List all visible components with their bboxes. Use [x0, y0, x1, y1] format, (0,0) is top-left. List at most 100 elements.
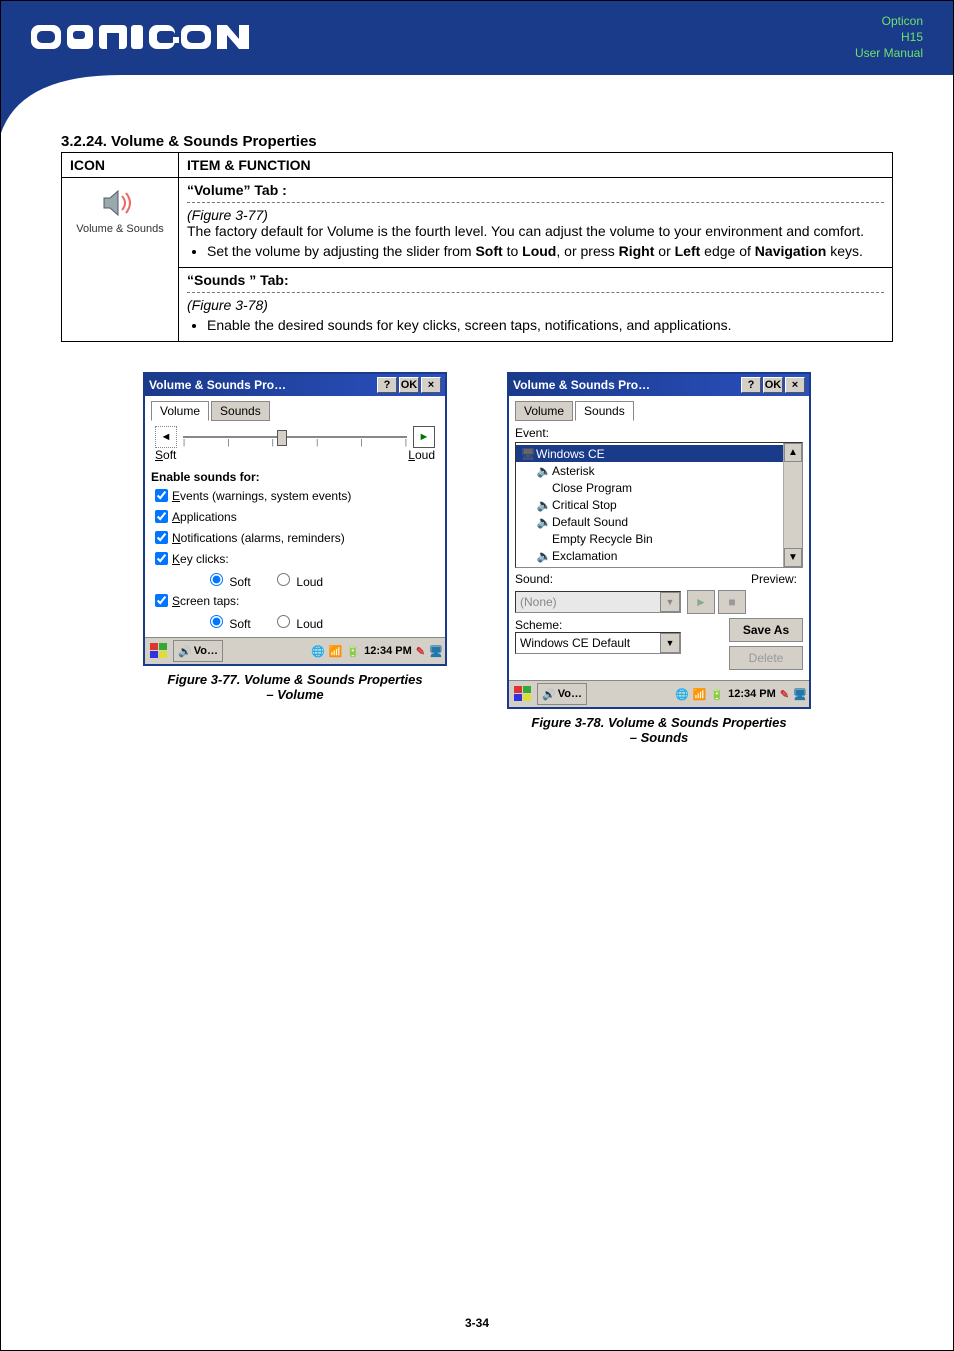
fig77-caption-line1: Figure 3-77. Volume & Sounds Properties	[143, 672, 447, 687]
win-sounds-title: Volume & Sounds Pro…	[513, 378, 739, 392]
tab-sounds[interactable]: Sounds	[211, 401, 270, 421]
tray-app1-icon[interactable]: ✎	[780, 688, 789, 701]
speaker-icon	[100, 188, 140, 221]
tray-desktop-icon[interactable]: 🖥	[793, 688, 807, 701]
preview-label: Preview:	[751, 572, 797, 586]
event-row-exclamation[interactable]: 🔈 Exclamation	[516, 547, 783, 564]
sound-dropdown[interactable]: (None) ▼	[515, 591, 681, 613]
sound-icon: 🔈	[536, 549, 552, 563]
scroll-up-button[interactable]: ▲	[784, 443, 802, 462]
chk-screentaps-label: Screen taps:	[172, 594, 239, 608]
win-volume-titlebar[interactable]: Volume & Sounds Pro… ? OK ×	[145, 374, 445, 396]
tray-battery-icon[interactable]: 🔋	[346, 645, 360, 658]
chk-notifications[interactable]	[155, 531, 168, 544]
win-sounds-window: Volume & Sounds Pro… ? OK × Volume Sound…	[507, 372, 811, 709]
volume-fig-ref: (Figure 3-77)	[187, 207, 884, 223]
dropdown-arrow-icon[interactable]: ▼	[660, 592, 680, 612]
header-bar: Opticon H15 User Manual	[1, 1, 953, 73]
tray-signal-icon[interactable]: 📶	[329, 645, 343, 658]
tray-signal-icon[interactable]: 📶	[693, 688, 707, 701]
volume-body-text: The factory default for Volume is the fo…	[187, 223, 884, 239]
help-button[interactable]: ?	[377, 377, 397, 393]
tray-clock[interactable]: 12:34 PM	[728, 688, 776, 700]
enable-heading: Enable sounds for:	[151, 470, 439, 484]
col-header-icon: ICON	[62, 153, 179, 178]
tab-volume[interactable]: Volume	[515, 401, 573, 421]
chk-applications[interactable]	[155, 510, 168, 523]
save-as-button[interactable]: Save As	[729, 618, 803, 642]
help-button[interactable]: ?	[741, 377, 761, 393]
windows-ce-icon: 🖥	[520, 447, 536, 461]
tray-clock[interactable]: 12:34 PM	[364, 645, 412, 657]
tray-network-icon[interactable]: 🌐	[675, 688, 689, 701]
event-listbox[interactable]: 🖥 Windows CE 🔈 Asterisk Close Program	[515, 442, 803, 568]
event-row-close[interactable]: Close Program	[516, 479, 783, 496]
radio-screen-loud[interactable]	[277, 615, 290, 628]
slider-loud-icon[interactable]: ►	[413, 426, 435, 448]
properties-table: ICON ITEM & FUNCTION	[61, 152, 893, 342]
chk-events[interactable]	[155, 489, 168, 502]
col-header-item: ITEM & FUNCTION	[179, 153, 893, 178]
chk-notifications-label: Notifications (alarms, reminders)	[172, 531, 345, 545]
ok-button[interactable]: OK	[399, 377, 419, 393]
taskbar-sounds: 🔊 Vo… 🌐 📶 🔋 12:34 PM ✎ 🖥	[509, 680, 809, 707]
header-meta: Opticon H15 User Manual	[855, 13, 923, 61]
radio-screen-soft[interactable]	[210, 615, 223, 628]
radio-key-soft[interactable]	[210, 573, 223, 586]
scroll-down-button[interactable]: ▼	[784, 548, 802, 567]
volume-tab-heading: “Volume” Tab :	[187, 182, 884, 203]
header-swoosh	[1, 73, 953, 133]
brand-line3: User Manual	[855, 45, 923, 61]
sound-icon: 🔈	[536, 498, 552, 512]
sounds-bullet: Enable the desired sounds for key clicks…	[207, 317, 884, 333]
event-row-windowsce[interactable]: 🖥 Windows CE	[516, 445, 783, 462]
opticon-logo	[31, 15, 281, 59]
win-volume-title: Volume & Sounds Pro…	[149, 378, 375, 392]
slider-loud-label: Loud	[408, 448, 435, 462]
section-heading: 3.2.24. Volume & Sounds Properties	[61, 133, 893, 150]
preview-stop-button[interactable]: ■	[718, 590, 746, 614]
close-button[interactable]: ×	[421, 377, 441, 393]
taskbar-app-button[interactable]: 🔊 Vo…	[173, 640, 223, 662]
radio-key-loud[interactable]	[277, 573, 290, 586]
event-row-critical[interactable]: 🔈 Critical Stop	[516, 496, 783, 513]
win-sounds-titlebar[interactable]: Volume & Sounds Pro… ? OK ×	[509, 374, 809, 396]
event-scrollbar[interactable]: ▲ ▼	[783, 443, 802, 567]
page-number: 3-34	[1, 1316, 953, 1330]
chk-events-label: Events (warnings, system events)	[172, 489, 351, 503]
tray-app1-icon[interactable]: ✎	[416, 645, 425, 658]
preview-play-button[interactable]: ►	[687, 590, 715, 614]
start-button[interactable]	[511, 684, 535, 704]
dropdown-arrow-icon[interactable]: ▼	[660, 633, 680, 653]
taskbar-app-button[interactable]: 🔊 Vo…	[537, 683, 587, 705]
chk-screentaps[interactable]	[155, 594, 168, 607]
scheme-dropdown[interactable]: Windows CE Default ▼	[515, 632, 681, 654]
close-button[interactable]: ×	[785, 377, 805, 393]
fig78-caption-line2: – Sounds	[507, 730, 811, 745]
event-row-default[interactable]: 🔈 Default Sound	[516, 513, 783, 530]
volume-sounds-icon-cell: Volume & Sounds	[70, 182, 170, 235]
start-button[interactable]	[147, 641, 171, 661]
delete-button[interactable]: Delete	[729, 646, 803, 670]
slider-soft-label: Soft	[155, 448, 176, 462]
slider-soft-icon[interactable]: ◄	[155, 426, 177, 448]
event-label: Event:	[515, 426, 803, 440]
sound-icon: 🔈	[536, 515, 552, 529]
chk-keyclicks[interactable]	[155, 552, 168, 565]
tab-volume[interactable]: Volume	[151, 401, 209, 421]
tab-sounds[interactable]: Sounds	[575, 401, 634, 421]
chk-keyclicks-label: Key clicks:	[172, 552, 229, 566]
tray-desktop-icon[interactable]: 🖥	[429, 645, 443, 658]
event-row-empty[interactable]: Empty Recycle Bin	[516, 530, 783, 547]
icon-label: Volume & Sounds	[70, 223, 170, 235]
speaker-small-icon: 🔊	[178, 645, 192, 658]
speaker-small-icon: 🔊	[542, 688, 556, 701]
tray-network-icon[interactable]: 🌐	[311, 645, 325, 658]
event-row-asterisk[interactable]: 🔈 Asterisk	[516, 462, 783, 479]
volume-slider[interactable]: ◄ |||||| ►	[151, 426, 439, 448]
tray-battery-icon[interactable]: 🔋	[710, 688, 724, 701]
sounds-fig-ref: (Figure 3-78)	[187, 297, 884, 313]
sound-label: Sound:	[515, 572, 553, 586]
ok-button[interactable]: OK	[763, 377, 783, 393]
brand-line1: Opticon	[855, 13, 923, 29]
